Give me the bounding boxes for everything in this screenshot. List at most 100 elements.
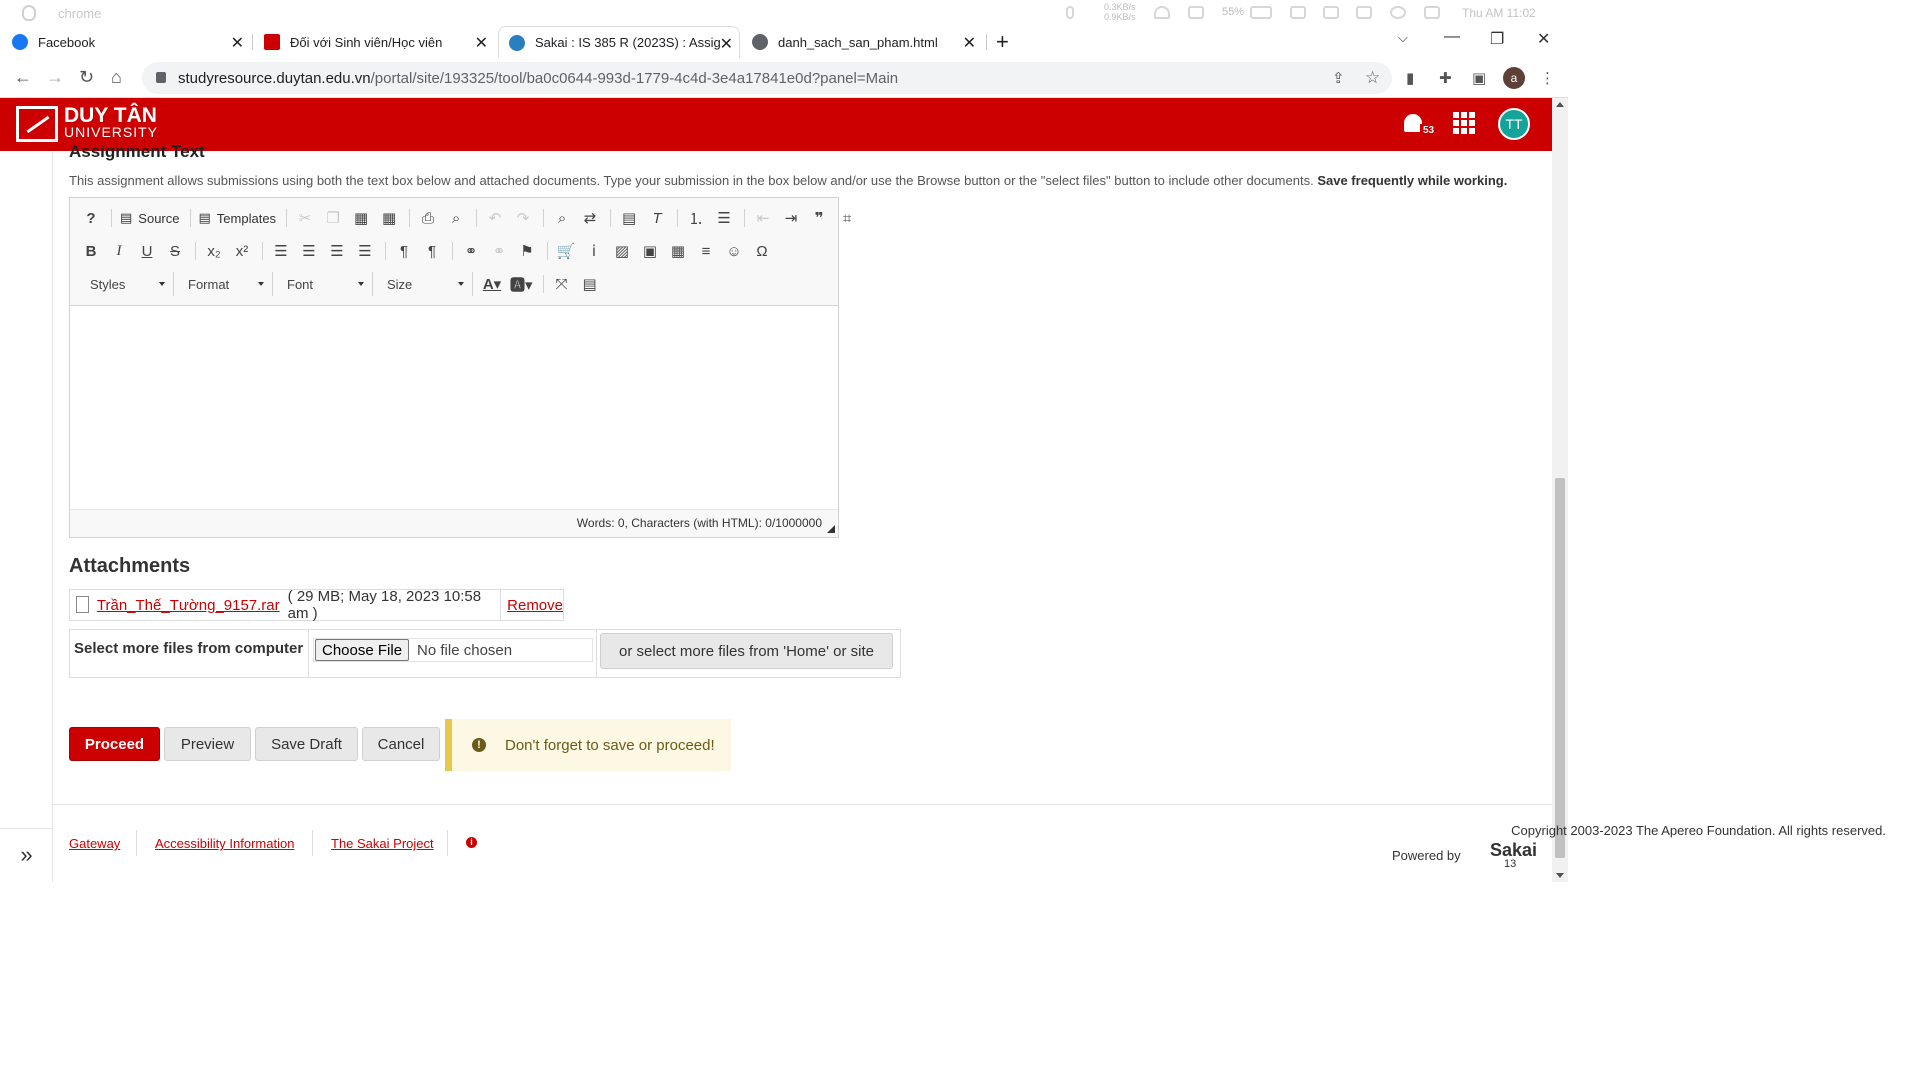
help-icon[interactable]: ? bbox=[78, 205, 104, 231]
tab-danh-sach-san-pham[interactable]: danh_sach_san_pham.html ✕ bbox=[744, 26, 982, 58]
tab-search-icon[interactable]: ⌵ bbox=[1398, 30, 1408, 46]
image-icon[interactable]: ▨ bbox=[609, 238, 635, 264]
replace-icon[interactable]: ⇄ bbox=[577, 205, 603, 231]
cancel-button[interactable]: Cancel bbox=[362, 727, 440, 761]
show-blocks-icon[interactable]: ▤ bbox=[577, 271, 603, 297]
close-tab-icon[interactable]: ✕ bbox=[963, 33, 976, 53]
numbered-list-icon[interactable]: ⒈ bbox=[683, 205, 709, 231]
user-avatar[interactable]: TT bbox=[1498, 108, 1530, 140]
footer-link-sakai-project[interactable]: The Sakai Project bbox=[331, 836, 434, 851]
italic-icon[interactable]: I bbox=[106, 238, 132, 264]
superscript-icon[interactable]: x² bbox=[229, 238, 255, 264]
div-container-icon[interactable]: ⌗ bbox=[834, 205, 860, 231]
cut-icon[interactable]: ✂ bbox=[292, 205, 318, 231]
align-left-icon[interactable]: ☰ bbox=[268, 238, 294, 264]
puzzle-extensions-icon[interactable]: ✚ bbox=[1439, 69, 1452, 87]
maximize-icon[interactable]: ⤧ bbox=[549, 271, 575, 297]
bold-icon[interactable]: B bbox=[78, 238, 104, 264]
page-scrollbar[interactable] bbox=[1552, 98, 1568, 882]
control-center-icon[interactable] bbox=[1424, 6, 1440, 19]
redo-icon[interactable]: ↷ bbox=[510, 205, 536, 231]
battery-status[interactable]: 55% bbox=[1222, 6, 1244, 18]
extension-icon[interactable]: ▮ bbox=[1406, 69, 1414, 87]
select-all-icon[interactable]: ▤ bbox=[616, 205, 642, 231]
file-input[interactable]: Choose File No file chosen bbox=[313, 638, 593, 662]
editor-text-area[interactable] bbox=[70, 306, 838, 511]
background-color-icon[interactable]: 🅰▾ bbox=[507, 271, 536, 297]
display-icon[interactable] bbox=[1188, 6, 1204, 19]
os-app-name[interactable]: chrome bbox=[58, 6, 101, 21]
templates-button[interactable]: ▤ Templates bbox=[196, 205, 280, 231]
home-icon[interactable]: ⌂ bbox=[111, 67, 122, 88]
movie-icon[interactable]: ▣ bbox=[637, 238, 663, 264]
outdent-icon[interactable]: ⇤ bbox=[750, 205, 776, 231]
spotlight-search-icon[interactable] bbox=[1390, 6, 1406, 19]
underline-icon[interactable]: U bbox=[134, 238, 160, 264]
save-draft-button[interactable]: Save Draft bbox=[255, 727, 358, 761]
table-icon[interactable]: ▦ bbox=[665, 238, 691, 264]
subscript-icon[interactable]: x₂ bbox=[201, 238, 227, 264]
profile-avatar[interactable]: a bbox=[1503, 67, 1525, 89]
styles-dropdown[interactable]: Styles bbox=[82, 272, 174, 296]
reload-icon[interactable]: ↻ bbox=[79, 67, 94, 88]
find-icon[interactable]: ⌕ bbox=[549, 205, 575, 231]
preview-doc-icon[interactable]: ⌕ bbox=[443, 205, 469, 231]
scroll-down-arrow-icon[interactable] bbox=[1556, 873, 1564, 878]
tab-duytan-student[interactable]: Đối với Sinh viên/Học viên ✕ bbox=[256, 26, 494, 58]
align-right-icon[interactable]: ☰ bbox=[324, 238, 350, 264]
horizontal-line-icon[interactable]: ≡ bbox=[693, 238, 719, 264]
os-clock[interactable]: Thu AM 11:02 bbox=[1462, 6, 1536, 20]
rtl-icon[interactable]: ¶ bbox=[419, 238, 445, 264]
remove-attachment-link[interactable]: Remove bbox=[507, 597, 563, 614]
attachment-link[interactable]: Trần_Thế_Tường_9157.rar bbox=[97, 597, 280, 614]
duytan-logo[interactable]: DUY TÂN UNIVERSITY bbox=[16, 105, 158, 142]
resize-handle-icon[interactable] bbox=[827, 525, 835, 533]
apple-icon[interactable] bbox=[22, 5, 36, 21]
eject-icon[interactable] bbox=[1323, 6, 1339, 19]
new-tab-button[interactable]: + bbox=[996, 26, 1020, 58]
scrollbar-thumb[interactable] bbox=[1555, 478, 1565, 858]
expand-sidebar-icon[interactable]: » bbox=[0, 828, 53, 882]
address-bar[interactable]: studyresource.duytan.edu.vn/portal/site/… bbox=[142, 62, 1392, 94]
paste-text-icon[interactable]: ▦ bbox=[376, 205, 402, 231]
text-color-icon[interactable]: A▾ bbox=[479, 271, 505, 297]
tab-facebook[interactable]: Facebook ✕ bbox=[12, 26, 250, 58]
proceed-button[interactable]: Proceed bbox=[69, 727, 160, 761]
close-window-icon[interactable]: ✕ bbox=[1537, 29, 1550, 49]
align-center-icon[interactable]: ☰ bbox=[296, 238, 322, 264]
share-icon[interactable]: ⇪ bbox=[1332, 69, 1345, 87]
footer-link-accessibility[interactable]: Accessibility Information bbox=[155, 836, 294, 851]
shopping-cart-icon[interactable]: 🛒 bbox=[553, 238, 579, 264]
tab-sakai-assignment[interactable]: Sakai : IS 385 R (2023S) : Assignm ✕ bbox=[498, 26, 740, 58]
font-dropdown[interactable]: Font bbox=[279, 272, 373, 296]
footer-link-gateway[interactable]: Gateway bbox=[69, 836, 120, 851]
bulleted-list-icon[interactable]: ☰ bbox=[711, 205, 737, 231]
remove-format-icon[interactable]: T bbox=[644, 205, 670, 231]
minimize-icon[interactable]: — bbox=[1444, 28, 1460, 46]
anchor-flag-icon[interactable]: ⚑ bbox=[514, 238, 540, 264]
ltr-icon[interactable]: ¶ bbox=[391, 238, 417, 264]
menu-kebab-icon[interactable]: ⋮ bbox=[1540, 69, 1555, 87]
url-text[interactable]: studyresource.duytan.edu.vn/portal/site/… bbox=[178, 70, 898, 87]
source-button[interactable]: ▤ Source bbox=[117, 205, 183, 231]
apps-grid-icon[interactable] bbox=[1453, 112, 1477, 134]
format-dropdown[interactable]: Format bbox=[180, 272, 273, 296]
lock-icon[interactable] bbox=[156, 72, 166, 83]
back-icon[interactable]: ← bbox=[14, 67, 32, 88]
size-dropdown[interactable]: Size bbox=[379, 272, 473, 296]
smiley-icon[interactable]: ☺ bbox=[721, 238, 747, 264]
close-tab-icon[interactable]: ✕ bbox=[231, 33, 244, 53]
strikethrough-icon[interactable]: S bbox=[162, 238, 188, 264]
close-tab-icon[interactable]: ✕ bbox=[720, 34, 733, 54]
user-icon[interactable] bbox=[1356, 6, 1372, 19]
scroll-up-arrow-icon[interactable] bbox=[1556, 102, 1564, 107]
select-from-home-button[interactable]: or select more files from 'Home' or site bbox=[600, 633, 893, 669]
bluetooth-icon[interactable] bbox=[1066, 6, 1074, 19]
unlink-icon[interactable]: ⚭ bbox=[486, 238, 512, 264]
print-icon[interactable]: ⎙ bbox=[415, 205, 441, 231]
wifi-icon[interactable] bbox=[1154, 6, 1170, 19]
undo-icon[interactable]: ↶ bbox=[482, 205, 508, 231]
link-icon[interactable]: ⚭ bbox=[458, 238, 484, 264]
info-pin-icon[interactable]: ⅰ bbox=[581, 238, 607, 264]
indent-icon[interactable]: ⇥ bbox=[778, 205, 804, 231]
